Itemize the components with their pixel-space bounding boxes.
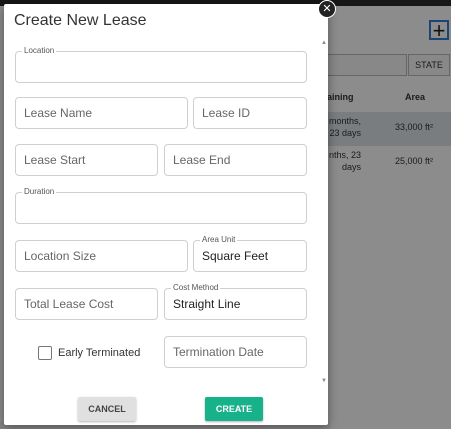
early-terminated-label: Early Terminated [58,347,141,359]
lease-id-field[interactable]: Lease ID [193,97,307,129]
create-button[interactable]: CREATE [205,397,263,421]
location-field[interactable]: Location [15,46,307,83]
location-size-placeholder: Location Size [24,249,97,263]
duration-field[interactable]: Duration [15,187,307,224]
lease-start-field[interactable]: Lease Start [15,144,158,176]
area-unit-label: Area Unit [200,235,238,244]
create-lease-dialog: Create New Lease Location Lease Name Lea… [4,4,328,425]
scroll-up-icon[interactable]: ▲ [321,40,327,46]
lease-end-placeholder: Lease End [173,153,231,167]
area-unit-value: Square Feet [202,249,269,263]
total-lease-cost-placeholder: Total Lease Cost [24,297,114,311]
lease-name-placeholder: Lease Name [24,106,93,120]
total-lease-cost-field[interactable]: Total Lease Cost [15,288,158,320]
cancel-button[interactable]: CANCEL [78,397,136,421]
cost-method-label: Cost Method [171,283,221,292]
termination-date-placeholder: Termination Date [173,345,264,359]
lease-id-placeholder: Lease ID [202,106,251,120]
location-label: Location [22,46,57,55]
cost-method-select[interactable]: Cost Method Straight Line [164,283,307,320]
location-size-field[interactable]: Location Size [15,240,188,272]
duration-label: Duration [22,187,57,196]
early-terminated-checkbox[interactable] [38,346,52,360]
lease-name-field[interactable]: Lease Name [15,97,188,129]
dialog-title: Create New Lease [14,12,147,29]
dialog-scrollbar[interactable]: ▲ ▼ [321,40,327,384]
lease-start-placeholder: Lease Start [24,153,86,167]
close-icon[interactable]: ✕ [318,0,336,18]
termination-date-field[interactable]: Termination Date [164,336,307,368]
cost-method-value: Straight Line [173,297,241,311]
scroll-down-icon[interactable]: ▼ [321,378,327,384]
lease-end-field[interactable]: Lease End [164,144,307,176]
area-unit-select[interactable]: Area Unit Square Feet [193,235,307,272]
